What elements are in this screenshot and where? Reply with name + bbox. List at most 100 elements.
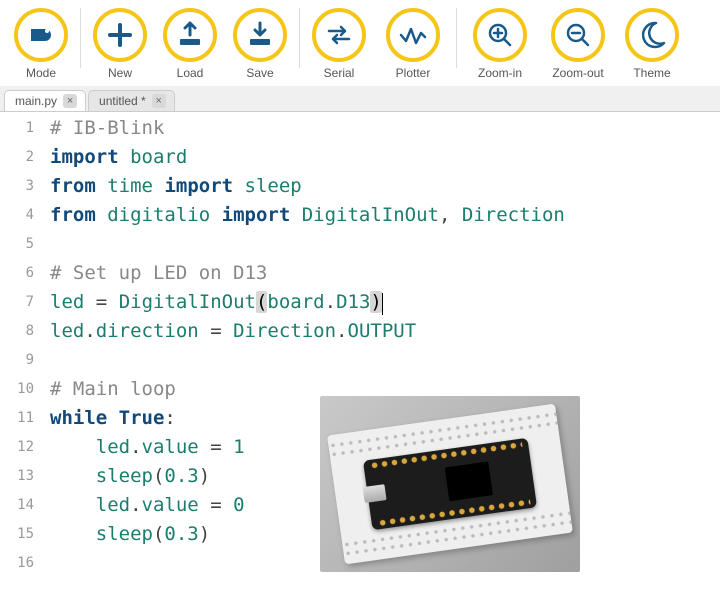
code-token <box>107 407 118 429</box>
zoom-out-icon <box>551 8 605 62</box>
code-token: led <box>96 436 130 458</box>
breadboard-graphic <box>327 404 573 565</box>
load-button[interactable]: Load <box>155 8 225 80</box>
theme-icon <box>625 8 679 62</box>
code-token <box>84 291 95 313</box>
line-number: 10 <box>0 375 34 404</box>
line-number: 2 <box>0 143 34 172</box>
code-token: # Set up LED on D13 <box>50 262 267 284</box>
code-token: ( <box>256 291 267 313</box>
toolbar-label: Theme <box>633 66 670 80</box>
code-token: True <box>119 407 165 429</box>
code-line[interactable]: led.direction = Direction.OUTPUT <box>50 317 565 346</box>
tab-label: main.py <box>15 94 57 108</box>
code-token <box>107 291 118 313</box>
line-number: 7 <box>0 288 34 317</box>
code-token: while <box>50 407 107 429</box>
serial-icon <box>312 8 366 62</box>
toolbar-group: New Load Save <box>85 8 295 80</box>
code-line[interactable]: import board <box>50 143 565 172</box>
code-token <box>199 494 210 516</box>
code-line[interactable]: led = DigitalInOut(board.D13) <box>50 288 565 317</box>
code-token <box>96 204 107 226</box>
code-token: DigitalInOut <box>119 291 256 313</box>
plotter-icon <box>386 8 440 62</box>
code-token: Direction <box>462 204 565 226</box>
code-line[interactable]: from time import sleep <box>50 172 565 201</box>
code-token: ) <box>199 523 210 545</box>
microcontroller-photo <box>320 396 580 572</box>
code-token: = <box>210 494 221 516</box>
code-token <box>290 204 301 226</box>
code-token: 0.3 <box>164 465 198 487</box>
save-button[interactable]: Save <box>225 8 295 80</box>
toolbar-separator <box>456 8 457 68</box>
code-line[interactable]: from digitalio import DigitalInOut, Dire… <box>50 201 565 230</box>
save-icon <box>233 8 287 62</box>
pcb-graphic <box>363 438 537 530</box>
code-token: DigitalInOut <box>302 204 439 226</box>
code-token <box>199 436 210 458</box>
code-token: from <box>50 175 96 197</box>
code-token: value <box>142 494 199 516</box>
close-icon[interactable]: × <box>63 94 77 108</box>
code-token: . <box>130 494 141 516</box>
serial-button[interactable]: Serial <box>304 8 374 80</box>
toolbar-group: Serial Plotter <box>304 8 452 80</box>
code-token: led <box>96 494 130 516</box>
theme-button[interactable]: Theme <box>617 8 687 80</box>
toolbar-label: Load <box>177 66 204 80</box>
zoom-out-button[interactable]: Zoom-out <box>539 8 617 80</box>
code-token <box>153 175 164 197</box>
line-number: 13 <box>0 462 34 491</box>
close-icon[interactable]: × <box>152 94 166 108</box>
code-token <box>210 204 221 226</box>
text-cursor <box>382 293 383 315</box>
new-button[interactable]: New <box>85 8 155 80</box>
load-icon <box>163 8 217 62</box>
code-token: . <box>325 291 336 313</box>
code-token: digitalio <box>107 204 210 226</box>
code-token: ( <box>153 465 164 487</box>
code-token: import <box>222 204 291 226</box>
code-line[interactable] <box>50 346 565 375</box>
code-token <box>222 320 233 342</box>
code-token: = <box>210 436 221 458</box>
toolbar-label: Zoom-in <box>478 66 522 80</box>
line-number: 15 <box>0 520 34 549</box>
code-token: sleep <box>96 523 153 545</box>
zoom-in-button[interactable]: Zoom-in <box>461 8 539 80</box>
chip-graphic <box>445 461 493 501</box>
plotter-button[interactable]: Plotter <box>374 8 452 80</box>
code-token <box>222 436 233 458</box>
code-token: board <box>130 146 187 168</box>
code-token: D13 <box>336 291 370 313</box>
line-number: 11 <box>0 404 34 433</box>
code-token <box>50 436 96 458</box>
code-token <box>199 320 210 342</box>
toolbar-label: New <box>108 66 132 80</box>
code-token: . <box>84 320 95 342</box>
toolbar-label: Save <box>246 66 273 80</box>
line-number: 3 <box>0 172 34 201</box>
line-number-gutter: 12345678910111213141516 <box>0 112 44 578</box>
line-number: 14 <box>0 491 34 520</box>
code-line[interactable]: # Set up LED on D13 <box>50 259 565 288</box>
toolbar-label: Mode <box>26 66 56 80</box>
line-number: 6 <box>0 259 34 288</box>
line-number: 9 <box>0 346 34 375</box>
tab-main-py[interactable]: main.py × <box>4 90 86 111</box>
toolbar-label: Serial <box>324 66 355 80</box>
code-token: import <box>50 146 119 168</box>
mode-icon <box>14 8 68 62</box>
code-token <box>96 175 107 197</box>
tab-untitled-[interactable]: untitled *× <box>88 90 175 111</box>
code-token <box>50 523 96 545</box>
code-token: = <box>96 291 107 313</box>
mode-button[interactable]: Mode <box>6 8 76 80</box>
code-token: . <box>336 320 347 342</box>
toolbar-group: Mode <box>6 8 76 80</box>
code-line[interactable]: # IB-Blink <box>50 114 565 143</box>
code-token: sleep <box>96 465 153 487</box>
code-line[interactable] <box>50 230 565 259</box>
